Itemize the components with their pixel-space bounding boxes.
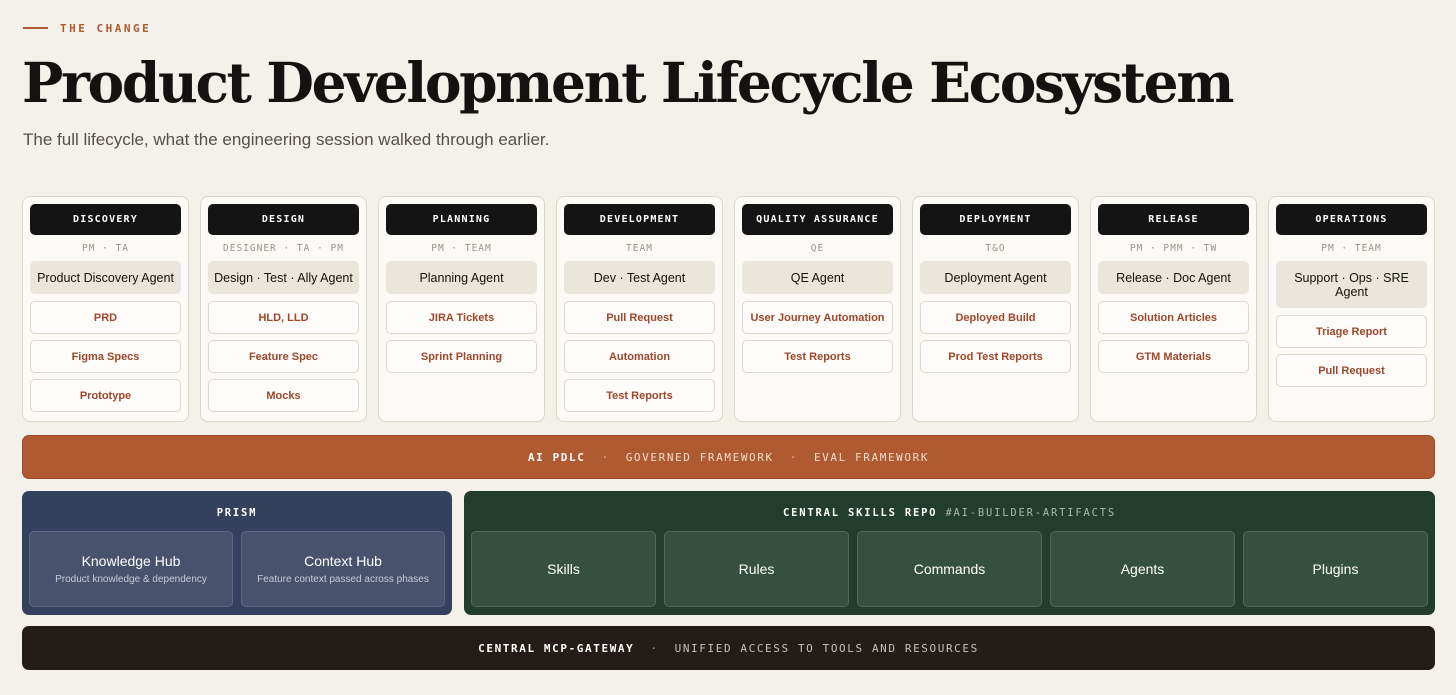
phase-card-release: RELEASE PM · PMM · TW Release · Doc Agen… xyxy=(1090,196,1257,422)
page-subtitle: The full lifecycle, what the engineering… xyxy=(23,130,550,149)
phase-card-operations: OPERATIONS PM · TEAM Support · Ops · SRE… xyxy=(1268,196,1435,422)
phase-header: QUALITY ASSURANCE xyxy=(742,204,893,235)
eyebrow: THE CHANGE xyxy=(23,20,151,36)
phase-roles: TEAM xyxy=(626,243,653,254)
phase-header: DEPLOYMENT xyxy=(920,204,1071,235)
artifact-chip[interactable]: Prototype xyxy=(30,379,181,412)
artifact-list: Solution Articles GTM Materials xyxy=(1098,301,1249,373)
skills-card[interactable]: Skills xyxy=(471,531,656,607)
band-separator: · xyxy=(601,450,610,464)
gateway-primary: CENTRAL MCP-GATEWAY xyxy=(478,641,635,655)
artifact-chip[interactable]: Triage Report xyxy=(1276,315,1427,348)
band-primary: AI PDLC xyxy=(527,450,586,464)
artifact-chip[interactable]: Pull Request xyxy=(1276,354,1427,387)
artifact-list: HLD, LLD Feature Spec Mocks xyxy=(208,301,359,412)
artifact-chip[interactable]: Test Reports xyxy=(564,379,715,412)
rules-card[interactable]: Rules xyxy=(664,531,849,607)
artifact-list: JIRA Tickets Sprint Planning xyxy=(386,301,537,373)
band-item: EVAL FRAMEWORK xyxy=(813,450,930,464)
artifact-list: Triage Report Pull Request xyxy=(1276,315,1427,387)
phase-agent: Deployment Agent xyxy=(920,261,1071,294)
artifact-chip[interactable]: Sprint Planning xyxy=(386,340,537,373)
skills-repo-name: CENTRAL SKILLS REPO xyxy=(783,507,938,519)
eyebrow-label: THE CHANGE xyxy=(60,21,152,35)
phase-header: DEVELOPMENT xyxy=(564,204,715,235)
artifact-chip[interactable]: HLD, LLD xyxy=(208,301,359,334)
artifact-chip[interactable]: Mocks xyxy=(208,379,359,412)
phase-header: DISCOVERY xyxy=(30,204,181,235)
artifact-list: Pull Request Automation Test Reports xyxy=(564,301,715,412)
phase-agent: Design · Test · Ally Agent xyxy=(208,261,359,294)
phase-agent: Product Discovery Agent xyxy=(30,261,181,294)
phase-card-deployment: DEPLOYMENT T&O Deployment Agent Deployed… xyxy=(912,196,1079,422)
artifact-chip[interactable]: PRD xyxy=(30,301,181,334)
commands-card[interactable]: Commands xyxy=(857,531,1042,607)
hub-name: Context Hub xyxy=(304,552,382,569)
skills-repo-tag: #AI-BUILDER-ARTIFACTS xyxy=(945,507,1116,519)
context-hub-card[interactable]: Context Hub Feature context passed acros… xyxy=(241,531,445,607)
phase-header: OPERATIONS xyxy=(1276,204,1427,235)
skills-repo-title: CENTRAL SKILLS REPO #AI-BUILDER-ARTIFACT… xyxy=(471,507,1428,521)
artifact-chip[interactable]: Feature Spec xyxy=(208,340,359,373)
artifact-chip[interactable]: Test Reports xyxy=(742,340,893,373)
phase-card-quality-assurance: QUALITY ASSURANCE QE QE Agent User Journ… xyxy=(734,196,901,422)
eyebrow-rule xyxy=(23,27,48,29)
hub-desc: Product knowledge & dependency xyxy=(55,573,207,585)
mcp-gateway-band: CENTRAL MCP-GATEWAY · UNIFIED ACCESS TO … xyxy=(22,626,1435,670)
skills-repo-panel: CENTRAL SKILLS REPO #AI-BUILDER-ARTIFACT… xyxy=(464,491,1435,615)
page-title: Product Development Lifecycle Ecosystem xyxy=(22,50,1234,115)
agents-card[interactable]: Agents xyxy=(1050,531,1235,607)
phase-card-discovery: DISCOVERY PM · TA Product Discovery Agen… xyxy=(22,196,189,422)
artifact-chip[interactable]: Solution Articles xyxy=(1098,301,1249,334)
artifact-chip[interactable]: User Journey Automation xyxy=(742,301,893,334)
plugins-card[interactable]: Plugins xyxy=(1243,531,1428,607)
gateway-separator: · xyxy=(650,641,659,655)
phase-card-planning: PLANNING PM · TEAM Planning Agent JIRA T… xyxy=(378,196,545,422)
phase-header: DESIGN xyxy=(208,204,359,235)
phase-roles: PM · TEAM xyxy=(431,243,492,254)
phase-header: PLANNING xyxy=(386,204,537,235)
phase-header: RELEASE xyxy=(1098,204,1249,235)
knowledge-hub-card[interactable]: Knowledge Hub Product knowledge & depend… xyxy=(29,531,233,607)
gateway-secondary: UNIFIED ACCESS TO TOOLS AND RESOURCES xyxy=(674,641,979,655)
phase-roles: DESIGNER · TA · PM xyxy=(223,243,344,254)
artifact-chip[interactable]: Automation xyxy=(564,340,715,373)
phase-agent: Release · Doc Agent xyxy=(1098,261,1249,294)
artifact-list: User Journey Automation Test Reports xyxy=(742,301,893,373)
artifact-chip[interactable]: GTM Materials xyxy=(1098,340,1249,373)
artifact-list: Deployed Build Prod Test Reports xyxy=(920,301,1071,373)
band-separator: · xyxy=(789,450,798,464)
prism-panel: PRISM Knowledge Hub Product knowledge & … xyxy=(22,491,452,615)
phase-agent: Planning Agent xyxy=(386,261,537,294)
skill-cards: Skills Rules Commands Agents Plugins xyxy=(471,531,1428,607)
ai-pdlc-band: AI PDLC · GOVERNED FRAMEWORK · EVAL FRAM… xyxy=(22,435,1435,479)
artifact-chip[interactable]: Figma Specs xyxy=(30,340,181,373)
phase-card-development: DEVELOPMENT TEAM Dev · Test Agent Pull R… xyxy=(556,196,723,422)
phase-agent: Support · Ops · SRE Agent xyxy=(1276,261,1427,308)
band-item: GOVERNED FRAMEWORK xyxy=(625,450,774,464)
artifact-chip[interactable]: JIRA Tickets xyxy=(386,301,537,334)
phase-roles: T&O xyxy=(985,243,1006,254)
artifact-chip[interactable]: Prod Test Reports xyxy=(920,340,1071,373)
hub-desc: Feature context passed across phases xyxy=(257,573,429,585)
prism-cards: Knowledge Hub Product knowledge & depend… xyxy=(29,531,445,607)
phase-roles: PM · PMM · TW xyxy=(1129,243,1218,254)
phase-card-design: DESIGN DESIGNER · TA · PM Design · Test … xyxy=(200,196,367,422)
artifact-chip[interactable]: Pull Request xyxy=(564,301,715,334)
phase-roles: PM · TA xyxy=(81,243,130,254)
hub-name: Knowledge Hub xyxy=(81,552,181,569)
phase-roles: PM · TEAM xyxy=(1321,243,1382,254)
prism-title: PRISM xyxy=(216,507,258,519)
phase-agent: Dev · Test Agent xyxy=(564,261,715,294)
artifact-list: PRD Figma Specs Prototype xyxy=(30,301,181,412)
phase-columns: DISCOVERY PM · TA Product Discovery Agen… xyxy=(22,196,1435,422)
artifact-chip[interactable]: Deployed Build xyxy=(920,301,1071,334)
phase-agent: QE Agent xyxy=(742,261,893,294)
phase-roles: QE xyxy=(810,243,825,254)
